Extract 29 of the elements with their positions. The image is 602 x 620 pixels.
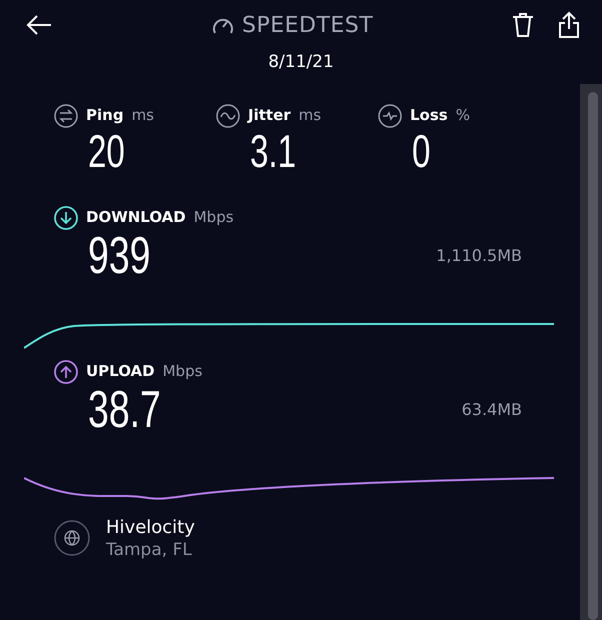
- metric-label: Jitter: [248, 105, 291, 126]
- test-date: 8/11/21: [268, 52, 334, 72]
- share-icon[interactable]: [558, 11, 580, 39]
- data-used: 63.4MB: [462, 398, 522, 420]
- speed-value: 38.7: [88, 384, 161, 436]
- speed-value: 939: [88, 230, 150, 282]
- metric-value: 20: [88, 128, 125, 174]
- ping-icon: [54, 104, 78, 128]
- result-label: DOWNLOAD: [86, 207, 186, 228]
- scrollbar-thumb[interactable]: [588, 92, 598, 620]
- jitter-icon: [216, 104, 240, 128]
- metric-unit: ms: [298, 105, 322, 126]
- server-location: Tampa, FL: [106, 538, 193, 561]
- metric-label: Loss: [410, 105, 448, 126]
- metric-value: 3.1: [250, 128, 296, 174]
- metric-unit: %: [456, 105, 470, 126]
- trash-icon[interactable]: [512, 12, 534, 38]
- app-logo-text: SPEEDTEST: [242, 12, 374, 40]
- result-label: UPLOAD: [86, 361, 155, 382]
- data-used: 1,110.5MB: [436, 244, 522, 266]
- loss-icon: [378, 104, 402, 128]
- metric-label: Ping: [86, 105, 124, 126]
- metric-value: 0: [412, 128, 430, 174]
- result-unit: Mbps: [194, 207, 234, 228]
- back-arrow-icon[interactable]: [26, 15, 52, 35]
- server-name: Hivelocity: [106, 516, 195, 539]
- globe-icon: [54, 520, 90, 556]
- metric-unit: ms: [132, 105, 154, 126]
- result-unit: Mbps: [162, 361, 202, 382]
